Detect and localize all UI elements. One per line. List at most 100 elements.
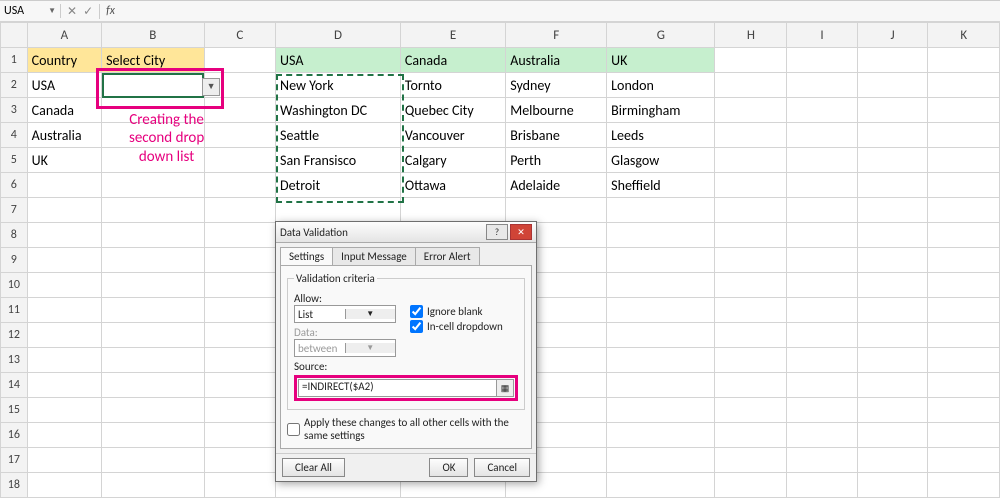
cell-J17[interactable] <box>857 448 928 473</box>
cell-B14[interactable] <box>102 373 204 398</box>
apply-all-checkbox[interactable]: Apply these changes to all other cells w… <box>287 416 525 442</box>
cell-I9[interactable] <box>787 248 857 273</box>
cell-H10[interactable] <box>715 273 787 298</box>
cell-G3[interactable]: Birmingham <box>607 98 715 123</box>
cell-K18[interactable] <box>928 473 1000 498</box>
row-header-5[interactable]: 5 <box>1 148 28 173</box>
cell-G2[interactable]: London <box>607 73 715 98</box>
cell-J18[interactable] <box>857 473 928 498</box>
cell-B7[interactable] <box>102 198 204 223</box>
cell-K10[interactable] <box>928 273 1000 298</box>
row-header-4[interactable]: 4 <box>1 123 28 148</box>
row-header-13[interactable]: 13 <box>1 348 28 373</box>
row-header-18[interactable]: 18 <box>1 473 28 498</box>
cell-A11[interactable] <box>27 298 101 323</box>
cell-D5[interactable]: San Fransisco <box>276 148 401 173</box>
tab-error-alert[interactable]: Error Alert <box>415 247 480 265</box>
tab-settings[interactable]: Settings <box>280 247 333 265</box>
cancel-button[interactable]: Cancel <box>474 458 530 477</box>
col-header-H[interactable]: H <box>715 23 787 48</box>
cell-A13[interactable] <box>27 348 101 373</box>
cell-H4[interactable] <box>715 123 787 148</box>
cell-G13[interactable] <box>607 348 715 373</box>
cell-B11[interactable] <box>102 298 204 323</box>
cell-K3[interactable] <box>928 98 1000 123</box>
cell-F6[interactable]: Adelaide <box>506 173 607 198</box>
row-header-16[interactable]: 16 <box>1 423 28 448</box>
cell-E1[interactable]: Canada <box>400 48 505 73</box>
cell-E2[interactable]: Tornto <box>400 73 505 98</box>
cell-F5[interactable]: Perth <box>506 148 607 173</box>
cell-C11[interactable] <box>204 298 276 323</box>
name-box[interactable]: USA ▼ <box>0 4 61 18</box>
cell-A15[interactable] <box>27 398 101 423</box>
cell-B6[interactable] <box>102 173 204 198</box>
cell-A6[interactable] <box>27 173 101 198</box>
row-header-15[interactable]: 15 <box>1 398 28 423</box>
cell-J3[interactable] <box>857 98 928 123</box>
cell-H3[interactable] <box>715 98 787 123</box>
cell-A8[interactable] <box>27 223 101 248</box>
cell-G14[interactable] <box>607 373 715 398</box>
cell-C16[interactable] <box>204 423 276 448</box>
cell-J2[interactable] <box>857 73 928 98</box>
cell-I14[interactable] <box>787 373 857 398</box>
cell-F2[interactable]: Sydney <box>506 73 607 98</box>
cell-C6[interactable] <box>204 173 276 198</box>
cell-I16[interactable] <box>787 423 857 448</box>
cell-H2[interactable] <box>715 73 787 98</box>
cell-G7[interactable] <box>607 198 715 223</box>
row-header-14[interactable]: 14 <box>1 373 28 398</box>
dropdown-arrow-icon[interactable]: ▼ <box>202 78 220 96</box>
cell-K17[interactable] <box>928 448 1000 473</box>
row-header-10[interactable]: 10 <box>1 273 28 298</box>
col-header-A[interactable]: A <box>27 23 101 48</box>
cell-G17[interactable] <box>607 448 715 473</box>
cell-B15[interactable] <box>102 398 204 423</box>
row-header-1[interactable]: 1 <box>1 48 28 73</box>
cell-A10[interactable] <box>27 273 101 298</box>
cell-F1[interactable]: Australia <box>506 48 607 73</box>
cell-G16[interactable] <box>607 423 715 448</box>
cell-H11[interactable] <box>715 298 787 323</box>
checkbox-icon[interactable] <box>410 305 423 318</box>
cell-K5[interactable] <box>928 148 1000 173</box>
ok-button[interactable]: OK <box>429 458 468 477</box>
cell-J13[interactable] <box>857 348 928 373</box>
cell-J1[interactable] <box>857 48 928 73</box>
cell-H12[interactable] <box>715 323 787 348</box>
cell-D4[interactable]: Seattle <box>276 123 401 148</box>
cell-K12[interactable] <box>928 323 1000 348</box>
cell-K15[interactable] <box>928 398 1000 423</box>
chevron-down-icon[interactable]: ▼ <box>48 6 56 16</box>
ignore-blank-checkbox[interactable]: Ignore blank <box>410 305 503 318</box>
close-icon[interactable]: ✕ <box>510 224 532 240</box>
cell-J11[interactable] <box>857 298 928 323</box>
cell-H16[interactable] <box>715 423 787 448</box>
cell-A18[interactable] <box>27 473 101 498</box>
cell-F3[interactable]: Melbourne <box>506 98 607 123</box>
cell-D7[interactable] <box>276 198 401 223</box>
cell-K9[interactable] <box>928 248 1000 273</box>
range-picker-icon[interactable]: ▦ <box>496 380 513 396</box>
cell-G6[interactable]: Sheffield <box>607 173 715 198</box>
cell-H7[interactable] <box>715 198 787 223</box>
cell-J10[interactable] <box>857 273 928 298</box>
row-header-7[interactable]: 7 <box>1 198 28 223</box>
cell-I7[interactable] <box>787 198 857 223</box>
cell-C15[interactable] <box>204 398 276 423</box>
cell-G18[interactable] <box>607 473 715 498</box>
cell-C9[interactable] <box>204 248 276 273</box>
tab-input-message[interactable]: Input Message <box>332 247 416 265</box>
fx-icon[interactable]: fx <box>100 4 115 18</box>
cell-K1[interactable] <box>928 48 1000 73</box>
cell-B2[interactable] <box>102 73 204 98</box>
cell-G15[interactable] <box>607 398 715 423</box>
cell-K4[interactable] <box>928 123 1000 148</box>
cell-G1[interactable]: UK <box>607 48 715 73</box>
cell-A12[interactable] <box>27 323 101 348</box>
cell-E3[interactable]: Quebec City <box>400 98 505 123</box>
cell-A2[interactable]: USA <box>27 73 101 98</box>
cell-H14[interactable] <box>715 373 787 398</box>
cell-B16[interactable] <box>102 423 204 448</box>
